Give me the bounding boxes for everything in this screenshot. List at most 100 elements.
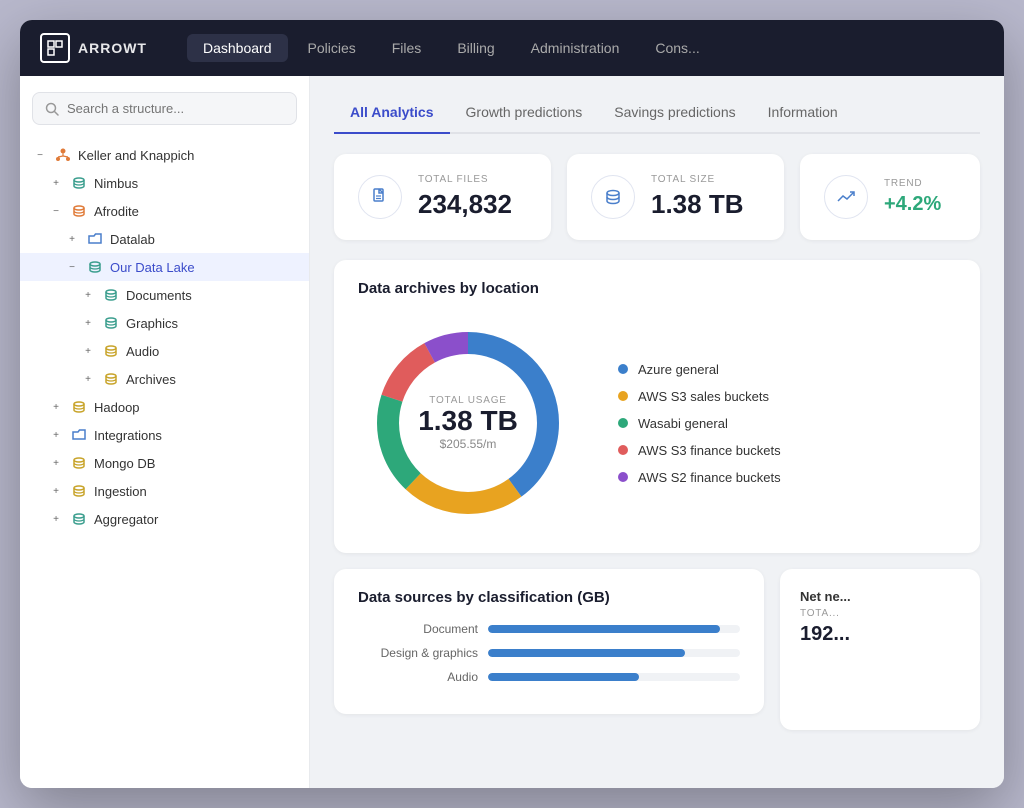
tree-item-ingestion[interactable]: + Ingestion [20, 477, 309, 505]
bar-fill-1 [488, 649, 685, 657]
net-card: Net ne... TOTA... 192... [780, 569, 980, 730]
tree-item-graphics[interactable]: + Graphics [20, 309, 309, 337]
bar-fill-0 [488, 625, 720, 633]
search-icon [45, 102, 59, 116]
net-total-label: TOTA... [800, 608, 960, 619]
net-title: Net ne... [800, 589, 960, 604]
tree-toggle-our-data-lake[interactable]: − [64, 259, 80, 275]
tree-label-afrodite: Afrodite [94, 204, 297, 219]
tree-icon-aggregator [70, 510, 88, 528]
tree-label-graphics: Graphics [126, 316, 297, 331]
tree-label-audio: Audio [126, 344, 297, 359]
stat-size-value: 1.38 TB [651, 189, 744, 220]
tab-growth-predictions[interactable]: Growth predictions [450, 96, 599, 132]
stat-trend-info: TREND +4.2% [884, 178, 941, 216]
tree-icon-datalab [86, 230, 104, 248]
tree-item-archives[interactable]: + Archives [20, 365, 309, 393]
tree-item-our-data-lake[interactable]: − Our Data Lake [20, 253, 309, 281]
database-icon [591, 175, 635, 219]
legend-item-1: AWS S3 sales buckets [618, 389, 781, 404]
nav-administration[interactable]: Administration [515, 34, 636, 62]
stat-files-value: 234,832 [418, 189, 512, 220]
legend-label-1: AWS S3 sales buckets [638, 389, 769, 404]
net-value: 192... [800, 623, 960, 646]
nav-billing[interactable]: Billing [441, 34, 510, 62]
tree-label-hadoop: Hadoop [94, 400, 297, 415]
stat-card-size: TOTAL SIZE 1.38 TB [567, 154, 784, 240]
bar-row-1: Design & graphics [358, 646, 740, 660]
tree-item-afrodite[interactable]: − Afrodite [20, 197, 309, 225]
tree-item-datalab[interactable]: + Datalab [20, 225, 309, 253]
tree-toggle-nimbus[interactable]: + [48, 175, 64, 191]
bar-track-2 [488, 673, 740, 681]
tree-toggle-hadoop[interactable]: + [48, 399, 64, 415]
nav-files[interactable]: Files [376, 34, 438, 62]
logo: ARROWT [40, 33, 147, 63]
tree-toggle-graphics[interactable]: + [80, 315, 96, 331]
tree-item-keller[interactable]: − Keller and Knappich [20, 141, 309, 169]
tree-toggle-mongo-db[interactable]: + [48, 455, 64, 471]
tree-icon-ingestion [70, 482, 88, 500]
tree-label-datalab: Datalab [110, 232, 297, 247]
search-box[interactable] [32, 92, 297, 125]
tab-savings-predictions[interactable]: Savings predictions [598, 96, 751, 132]
tree-label-our-data-lake: Our Data Lake [110, 260, 297, 275]
bar-track-0 [488, 625, 740, 633]
sidebar: − Keller and Knappich + Nimbus − Afrodit… [20, 76, 310, 788]
top-nav: ARROWT Dashboard Policies Files Billing … [20, 20, 1004, 76]
tree-label-archives: Archives [126, 372, 297, 387]
tree-label-aggregator: Aggregator [94, 512, 297, 527]
tree-toggle-keller[interactable]: − [32, 147, 48, 163]
app-window: ARROWT Dashboard Policies Files Billing … [20, 20, 1004, 788]
donut-total-value: 1.38 TB [418, 406, 518, 437]
donut-chart-card: Data archives by location [334, 260, 980, 553]
tree-item-aggregator[interactable]: + Aggregator [20, 505, 309, 533]
tab-information[interactable]: Information [752, 96, 854, 132]
nav-policies[interactable]: Policies [292, 34, 372, 62]
legend-dot-2 [618, 418, 628, 428]
tree-toggle-afrodite[interactable]: − [48, 203, 64, 219]
donut-legend: Azure general AWS S3 sales buckets Wasab… [618, 362, 781, 485]
nav-dashboard[interactable]: Dashboard [187, 34, 288, 62]
tree-container: − Keller and Knappich + Nimbus − Afrodit… [20, 141, 309, 533]
search-input[interactable] [67, 101, 284, 116]
donut-center: TOTAL USAGE 1.38 TB $205.55/m [418, 395, 518, 451]
tree-item-mongo-db[interactable]: + Mongo DB [20, 449, 309, 477]
legend-dot-1 [618, 391, 628, 401]
legend-dot-0 [618, 364, 628, 374]
tree-icon-archives [102, 370, 120, 388]
nav-items: Dashboard Policies Files Billing Adminis… [187, 34, 984, 62]
tree-item-hadoop[interactable]: + Hadoop [20, 393, 309, 421]
tree-toggle-ingestion[interactable]: + [48, 483, 64, 499]
tree-toggle-audio[interactable]: + [80, 343, 96, 359]
bar-label-2: Audio [358, 670, 478, 684]
tree-toggle-datalab[interactable]: + [64, 231, 80, 247]
tab-all-analytics[interactable]: All Analytics [334, 96, 450, 132]
tree-item-audio[interactable]: + Audio [20, 337, 309, 365]
tree-icon-mongo-db [70, 454, 88, 472]
bar-fill-2 [488, 673, 639, 681]
tree-icon-integrations [70, 426, 88, 444]
stats-row: TOTAL FILES 234,832 TOTAL SIZE [334, 154, 980, 240]
tree-toggle-integrations[interactable]: + [48, 427, 64, 443]
bar-chart-title: Data sources by classification (GB) [358, 589, 740, 606]
bar-row-0: Document [358, 622, 740, 636]
donut-total-sub: $205.55/m [418, 437, 518, 451]
legend-label-4: AWS S2 finance buckets [638, 470, 781, 485]
stat-size-label: TOTAL SIZE [651, 174, 744, 185]
tree-item-nimbus[interactable]: + Nimbus [20, 169, 309, 197]
tree-label-nimbus: Nimbus [94, 176, 297, 191]
tree-toggle-archives[interactable]: + [80, 371, 96, 387]
legend-item-4: AWS S2 finance buckets [618, 470, 781, 485]
tree-item-documents[interactable]: + Documents [20, 281, 309, 309]
tree-item-integrations[interactable]: + Integrations [20, 421, 309, 449]
legend-item-3: AWS S3 finance buckets [618, 443, 781, 458]
tree-icon-audio [102, 342, 120, 360]
donut-wrap: TOTAL USAGE 1.38 TB $205.55/m [358, 313, 578, 533]
tree-toggle-documents[interactable]: + [80, 287, 96, 303]
tree-toggle-aggregator[interactable]: + [48, 511, 64, 527]
tree-icon-our-data-lake [86, 258, 104, 276]
bar-container: Document Design & graphics Audio [358, 622, 740, 684]
main-content: − Keller and Knappich + Nimbus − Afrodit… [20, 76, 1004, 788]
nav-cons[interactable]: Cons... [639, 34, 715, 62]
